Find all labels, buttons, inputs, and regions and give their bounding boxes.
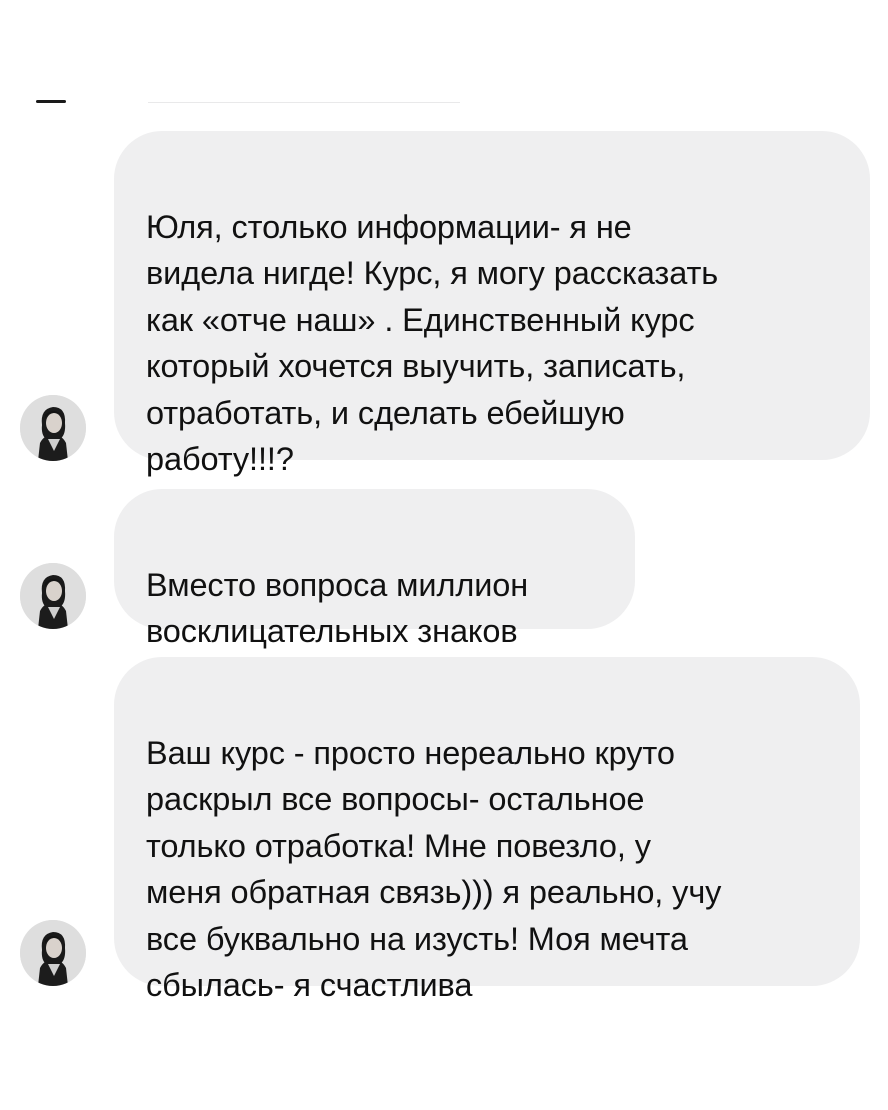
message-bubble[interactable]: Вместо вопроса миллион восклицательных з… xyxy=(114,489,635,649)
previous-message-fragment xyxy=(36,100,66,103)
message-text: Вместо вопроса миллион восклицательных з… xyxy=(146,566,529,650)
sender-avatar[interactable] xyxy=(20,920,86,986)
woman-portrait-avatar-icon xyxy=(20,920,86,986)
sender-avatar[interactable] xyxy=(20,563,86,629)
previous-message-divider xyxy=(148,102,460,103)
message-bubble[interactable]: Юля, столько информации- я не видела ниг… xyxy=(114,131,870,477)
message-text: Ваш курс - просто нереально круто раскры… xyxy=(146,734,722,1004)
woman-portrait-avatar-icon xyxy=(20,395,86,461)
sender-avatar[interactable] xyxy=(20,395,86,461)
message-text: Юля, столько информации- я не видела ниг… xyxy=(146,208,719,478)
woman-portrait-avatar-icon xyxy=(20,563,86,629)
message-bubble[interactable]: Ваш курс - просто нереально круто раскры… xyxy=(114,657,860,1003)
